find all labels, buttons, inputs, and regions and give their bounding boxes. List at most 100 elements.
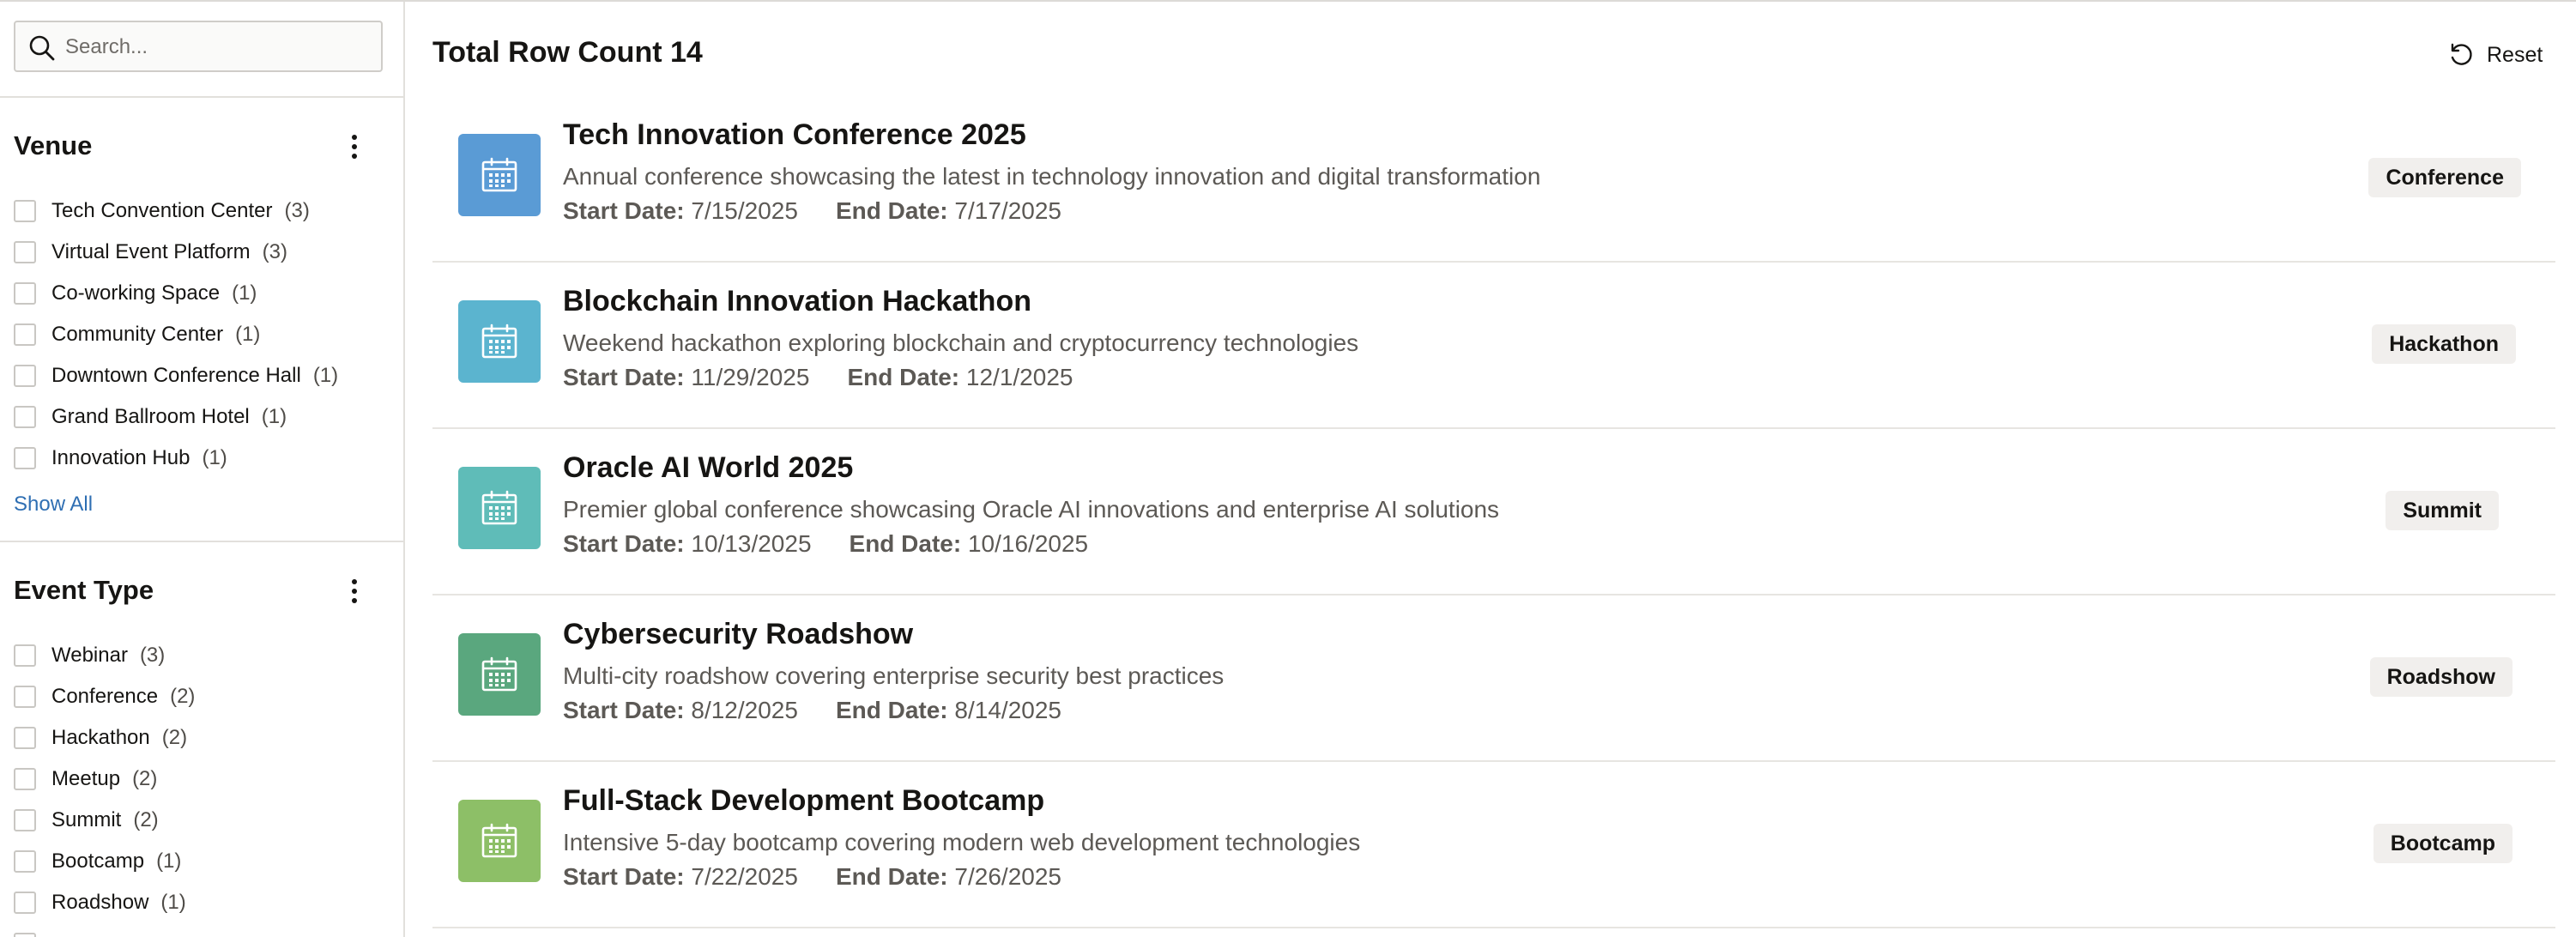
option-count: (1) [261,405,287,428]
start-date-value: 7/15/2025 [691,197,798,224]
option-label: Tech Convention Center [51,199,273,222]
start-date-label: Start Date: [563,697,685,723]
end-date-value: 10/16/2025 [967,530,1089,557]
event-row[interactable]: Blockchain Innovation Hackathon Weekend h… [432,263,2555,429]
option-count: (2) [133,808,159,831]
event-title[interactable]: Oracle AI World 2025 [563,451,853,485]
end-date-value: 12/1/2025 [965,364,1073,390]
venue-option[interactable]: Co-working Space (1) [14,278,257,309]
checkbox[interactable] [14,727,36,749]
checkbox[interactable] [14,686,36,708]
results-panel: Total Row Count 14 Reset Tech Innovation… [405,2,2576,937]
event-type-option[interactable]: Webinar (3) [14,640,165,671]
show-all-link[interactable]: Show All [14,493,93,517]
option-count: (2) [132,767,158,790]
calendar-icon [481,323,517,359]
option-label: Innovation Hub [51,446,190,469]
venue-option[interactable]: Virtual Event Platform (3) [14,237,287,268]
end-date-label: End Date: [835,697,948,723]
option-count: (1) [202,446,227,469]
venue-option[interactable]: Community Center (1) [14,319,260,350]
reset-button[interactable]: Reset [2447,38,2543,72]
venue-option[interactable]: Tech Convention Center (3) [14,196,310,227]
option-label: Meetup [51,767,121,790]
start-date-label: Start Date: [563,364,685,390]
event-type-option-partial[interactable] [14,928,51,937]
calendar-icon [481,823,517,858]
option-count: (1) [312,364,339,387]
checkbox[interactable] [14,200,36,222]
event-title[interactable]: Full-Stack Development Bootcamp [563,784,1044,818]
event-dates: Start Date: 11/29/2025 End Date: 12/1/202… [563,364,1073,391]
calendar-icon [481,656,517,692]
checkbox[interactable] [14,933,36,937]
option-label: Summit [51,808,122,831]
venue-option[interactable]: Innovation Hub (1) [14,443,227,474]
option-label: Grand Ballroom Hotel [51,405,250,428]
event-title[interactable]: Tech Innovation Conference 2025 [563,118,1026,152]
start-date-label: Start Date: [563,197,685,224]
event-row[interactable]: Full-Stack Development Bootcamp Intensive… [432,762,2555,928]
search-input[interactable] [63,29,376,65]
checkbox[interactable] [14,323,36,346]
option-label: Co-working Space [51,281,221,305]
venue-more-icon[interactable] [343,130,366,165]
option-label: Conference [51,685,159,708]
filter-sidebar: Venue Tech Convention Center (3) Virtual … [0,2,405,937]
event-tile [458,300,541,383]
checkbox[interactable] [14,365,36,387]
event-type-badge: Bootcamp [2373,824,2513,863]
event-type-badge: Hackathon [2372,324,2516,364]
option-count: (1) [232,281,257,305]
checkbox[interactable] [14,644,36,667]
calendar-icon [481,490,517,525]
end-date-value: 7/26/2025 [954,863,1061,890]
checkbox[interactable] [14,241,36,263]
option-label: Hackathon [51,726,150,749]
event-title[interactable]: Blockchain Innovation Hackathon [563,285,1031,318]
checkbox[interactable] [14,406,36,428]
event-title[interactable]: Cybersecurity Roadshow [563,618,913,651]
event-type-option[interactable]: Meetup (2) [14,764,157,795]
calendar-icon [481,157,517,192]
event-type-badge: Summit [2386,491,2499,530]
event-dates: Start Date: 10/13/2025 End Date: 10/16/20… [563,530,1088,558]
event-type-option[interactable]: Roadshow (1) [14,887,186,918]
venue-option[interactable]: Downtown Conference Hall (1) [14,360,338,391]
search-box[interactable] [14,21,383,72]
checkbox[interactable] [14,447,36,469]
event-row[interactable]: Tech Innovation Conference 2025 Annual co… [432,96,2555,263]
event-row[interactable]: Oracle AI World 2025 Premier global confe… [432,429,2555,595]
option-label: Community Center [51,323,224,346]
checkbox[interactable] [14,892,36,914]
checkbox[interactable] [14,282,36,305]
start-date-value: 7/22/2025 [691,863,798,890]
event-type-more-icon[interactable] [343,575,366,609]
checkbox[interactable] [14,768,36,790]
reset-label: Reset [2487,42,2543,67]
event-type-option[interactable]: Summit (2) [14,805,159,836]
start-date-value: 10/13/2025 [691,530,812,557]
checkbox[interactable] [14,850,36,873]
event-tile [458,633,541,716]
checkbox[interactable] [14,809,36,831]
divider [0,541,403,542]
start-date-label: Start Date: [563,530,685,557]
event-description: Weekend hackathon exploring blockchain a… [563,329,1359,356]
start-date-value: 11/29/2025 [691,364,810,390]
event-type-option[interactable]: Conference (2) [14,681,195,712]
event-tile [458,800,541,882]
facet-title-venue: Venue [14,130,93,160]
event-row[interactable]: Cybersecurity Roadshow Multi-city roadsho… [432,595,2555,762]
option-label: Bootcamp [51,849,145,873]
event-type-option[interactable]: Bootcamp (1) [14,846,181,877]
option-count: (1) [160,891,186,914]
start-date-label: Start Date: [563,863,685,890]
search-icon [29,35,55,61]
venue-option[interactable]: Grand Ballroom Hotel (1) [14,402,287,432]
event-description: Intensive 5-day bootcamp covering modern… [563,829,1361,855]
end-date-label: End Date: [835,197,948,224]
event-type-option[interactable]: Hackathon (2) [14,722,187,753]
reset-icon [2451,43,2472,65]
option-count: (2) [161,726,188,749]
